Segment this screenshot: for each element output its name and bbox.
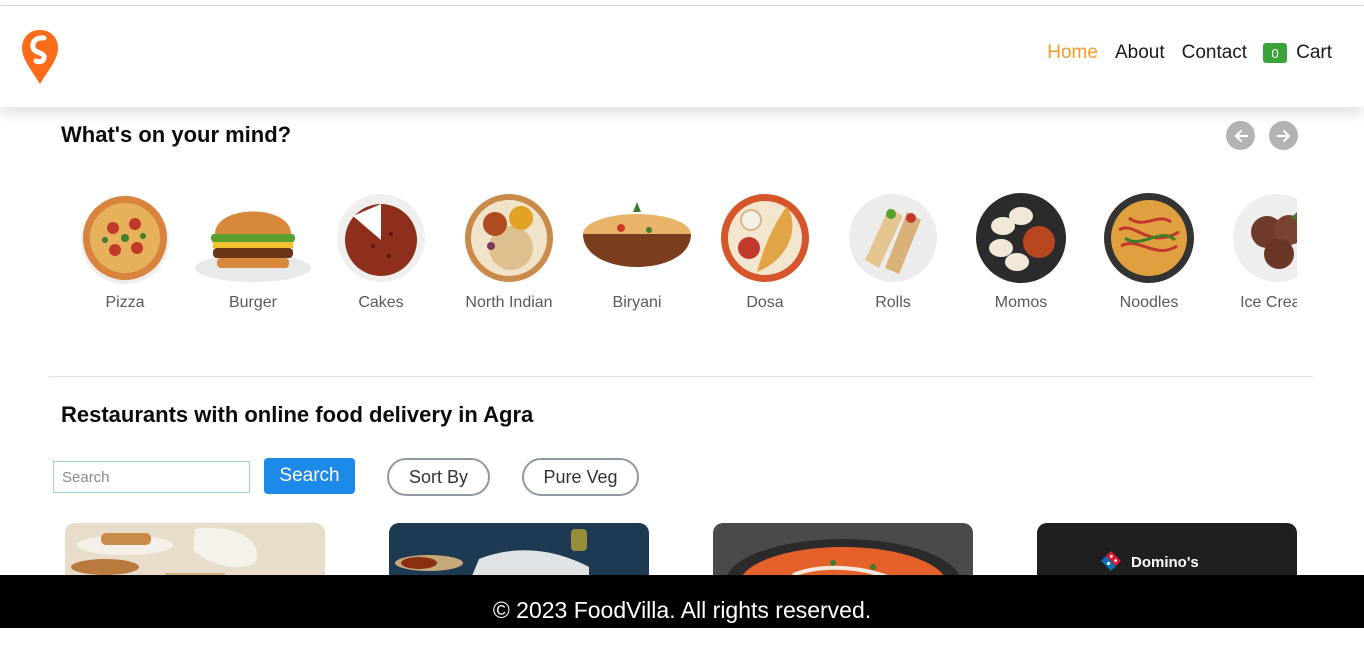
pizza-icon (81, 196, 169, 284)
cuisine-burger[interactable]: Burger (189, 190, 317, 312)
copyright-text: © 2023 FoodVilla. All rights reserved. (492, 597, 872, 623)
cuisine-label: Cakes (358, 294, 404, 311)
cart-link[interactable]: 0 Cart (1263, 42, 1332, 64)
cuisine-biryani[interactable]: Biryani (573, 190, 701, 312)
swiggy-logo-icon[interactable] (20, 28, 60, 86)
biryani-icon (583, 202, 691, 267)
cuisine-rolls[interactable]: Rolls (829, 190, 957, 312)
cuisine-label: Noodles (1119, 294, 1179, 311)
whats-on-your-mind-title: What's on your mind? (61, 122, 292, 147)
site-header: Home About Contact 0 Cart (0, 6, 1364, 107)
site-footer: © 2023 FoodVilla. All rights reserved. (0, 575, 1364, 628)
cart-count-badge: 0 (1263, 43, 1288, 63)
restaurant-card[interactable] (713, 523, 973, 583)
noodles-icon (1104, 193, 1194, 283)
indian-dish-image (389, 523, 649, 583)
cuisine-momos[interactable]: Momos (957, 190, 1085, 312)
search-input[interactable] (53, 461, 250, 493)
cuisine-north-indian[interactable]: North Indian (445, 190, 573, 312)
cart-label: Cart (1296, 42, 1332, 63)
restaurant-card[interactable]: Domino's (1037, 523, 1297, 583)
restaurant-card[interactable] (389, 523, 649, 583)
bakery-snacks-image (65, 523, 325, 583)
arrow-right-icon[interactable] (1269, 121, 1298, 150)
main-nav: Home About Contact 0 Cart (1030, 42, 1332, 64)
dominos-logo-image: Domino's (1037, 523, 1297, 583)
restaurants-title: Restaurants with online food delivery in… (61, 402, 534, 427)
dosa-icon (721, 194, 809, 282)
cuisine-label: Momos (994, 294, 1048, 311)
cuisine-label: Burger (228, 294, 278, 311)
section-divider (49, 376, 1313, 377)
sort-by-button[interactable]: Sort By (387, 458, 490, 496)
cuisine-cakes[interactable]: Cakes (317, 190, 445, 312)
cuisine-label: North Indian (465, 294, 553, 311)
momos-icon (976, 193, 1066, 283)
cuisine-label: Biryani (612, 294, 662, 311)
cuisine-label: Rolls (875, 294, 911, 311)
carousel-arrows (1212, 121, 1298, 150)
cuisine-pizza[interactable]: Pizza (61, 190, 189, 312)
cuisine-label: Ice Cream (1240, 294, 1297, 311)
cuisine-ice-cream[interactable]: Ice Cream (1213, 190, 1297, 312)
nav-about-link[interactable]: About (1115, 42, 1165, 64)
restaurant-card[interactable] (65, 523, 325, 583)
soup-bowl-image (713, 523, 973, 583)
arrow-left-icon[interactable] (1226, 121, 1255, 150)
rolls-icon (849, 194, 937, 282)
cuisine-noodles[interactable]: Noodles (1085, 190, 1213, 312)
burger-icon (195, 211, 311, 282)
ice-cream-icon (1233, 194, 1297, 282)
cuisine-carousel: Pizza Burger Cakes North Indian Biryani … (61, 190, 1297, 330)
nav-home-link[interactable]: Home (1047, 42, 1098, 64)
cuisine-dosa[interactable]: Dosa (701, 190, 829, 312)
north-indian-icon (465, 194, 553, 282)
cuisine-label: Pizza (105, 294, 145, 311)
cuisine-label: Dosa (746, 294, 784, 311)
cake-icon (337, 194, 425, 282)
search-button[interactable]: Search (264, 458, 355, 494)
nav-contact-link[interactable]: Contact (1182, 42, 1247, 64)
dominos-brand-text: Domino's (1131, 554, 1199, 571)
pure-veg-button[interactable]: Pure Veg (522, 458, 639, 496)
